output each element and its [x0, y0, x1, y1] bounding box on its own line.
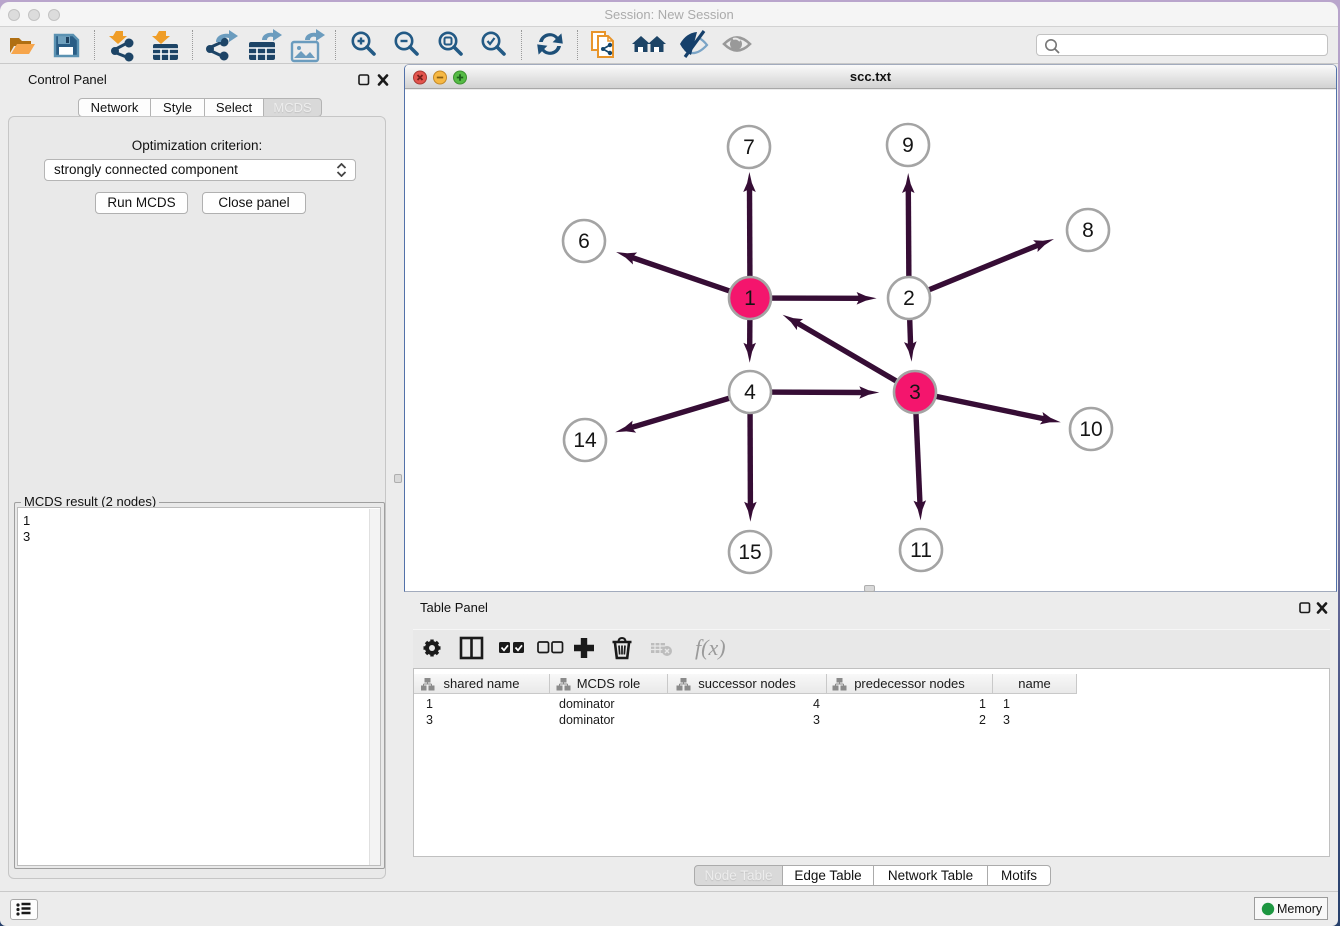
svg-text:3: 3 [909, 381, 921, 404]
svg-text:8: 8 [1082, 219, 1094, 242]
svg-text:9: 9 [902, 134, 914, 157]
svg-text:7: 7 [743, 136, 755, 159]
svg-text:15: 15 [738, 541, 761, 564]
svg-text:1: 1 [744, 287, 756, 310]
svg-text:4: 4 [744, 381, 756, 404]
svg-text:f(x): f(x) [695, 635, 726, 660]
svg-text:6: 6 [578, 230, 590, 253]
svg-text:14: 14 [573, 429, 597, 452]
svg-text:11: 11 [910, 539, 932, 562]
svg-text:10: 10 [1079, 418, 1102, 441]
svg-text:2: 2 [903, 287, 915, 310]
